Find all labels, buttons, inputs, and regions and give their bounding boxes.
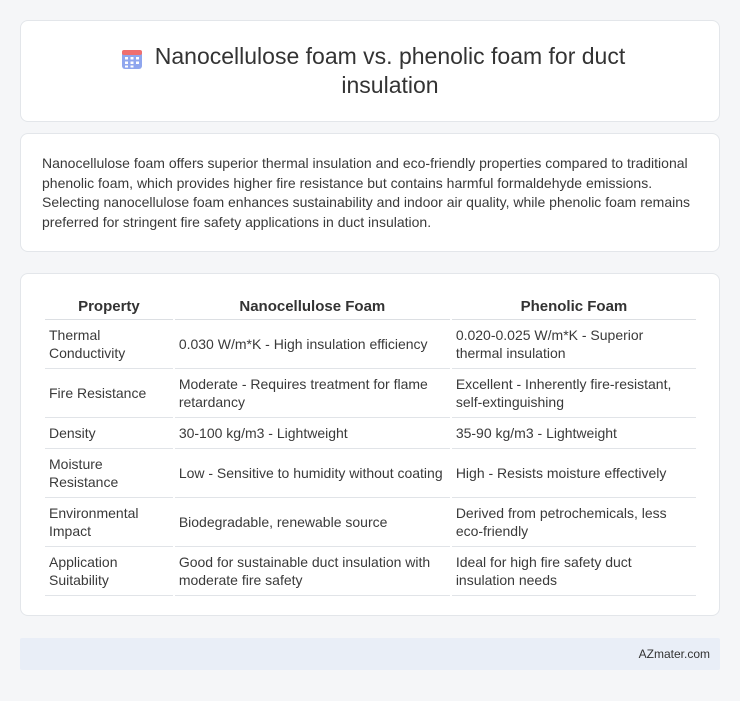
cell-phenolic: Excellent - Inherently fire-resistant, s… [451,369,696,418]
cell-nanocellulose: Moderate - Requires treatment for flame … [174,369,450,418]
cell-nanocellulose: Low - Sensitive to humidity without coat… [174,449,450,498]
header-nanocellulose: Nanocellulose Foam [174,292,450,320]
cell-property: Fire Resistance [45,369,173,418]
table-row: Density 30-100 kg/m3 - Lightweight 35-90… [45,418,696,449]
cell-phenolic: 0.020-0.025 W/m*K - Superior thermal ins… [451,320,696,369]
cell-property: Thermal Conductivity [45,320,173,369]
comparison-table: Property Nanocellulose Foam Phenolic Foa… [43,292,698,596]
table-row: Fire Resistance Moderate - Requires trea… [45,369,696,418]
title-wrap: Nanocellulose foam vs. phenolic foam for… [81,42,659,100]
summary-card: Nanocellulose foam offers superior therm… [20,133,720,252]
cell-property: Application Suitability [45,547,173,596]
summary-text: Nanocellulose foam offers superior therm… [42,155,691,230]
footer-site-link[interactable]: AZmater.com [639,647,710,661]
cell-property: Moisture Resistance [45,449,173,498]
cell-nanocellulose: 30-100 kg/m3 - Lightweight [174,418,450,449]
cell-nanocellulose: 0.030 W/m*K - High insulation efficiency [174,320,450,369]
table-row: Application Suitability Good for sustain… [45,547,696,596]
page-title: Nanocellulose foam vs. phenolic foam for… [154,43,626,98]
title-card: Nanocellulose foam vs. phenolic foam for… [20,20,720,122]
header-property: Property [45,292,173,320]
table-header-row: Property Nanocellulose Foam Phenolic Foa… [45,292,696,320]
cell-phenolic: 35-90 kg/m3 - Lightweight [451,418,696,449]
cell-property: Environmental Impact [45,498,173,547]
cell-nanocellulose: Biodegradable, renewable source [174,498,450,547]
header-phenolic: Phenolic Foam [451,292,696,320]
comparison-table-card: Property Nanocellulose Foam Phenolic Foa… [20,273,720,616]
table-row: Moisture Resistance Low - Sensitive to h… [45,449,696,498]
cell-phenolic: Derived from petrochemicals, less eco-fr… [451,498,696,547]
footer-bar: AZmater.com [20,638,720,670]
cell-nanocellulose: Good for sustainable duct insulation wit… [174,547,450,596]
cell-property: Density [45,418,173,449]
table-row: Environmental Impact Biodegradable, rene… [45,498,696,547]
cell-phenolic: High - Resists moisture effectively [451,449,696,498]
cell-phenolic: Ideal for high fire safety duct insulati… [451,547,696,596]
calendar-icon [122,50,142,69]
table-row: Thermal Conductivity 0.030 W/m*K - High … [45,320,696,369]
